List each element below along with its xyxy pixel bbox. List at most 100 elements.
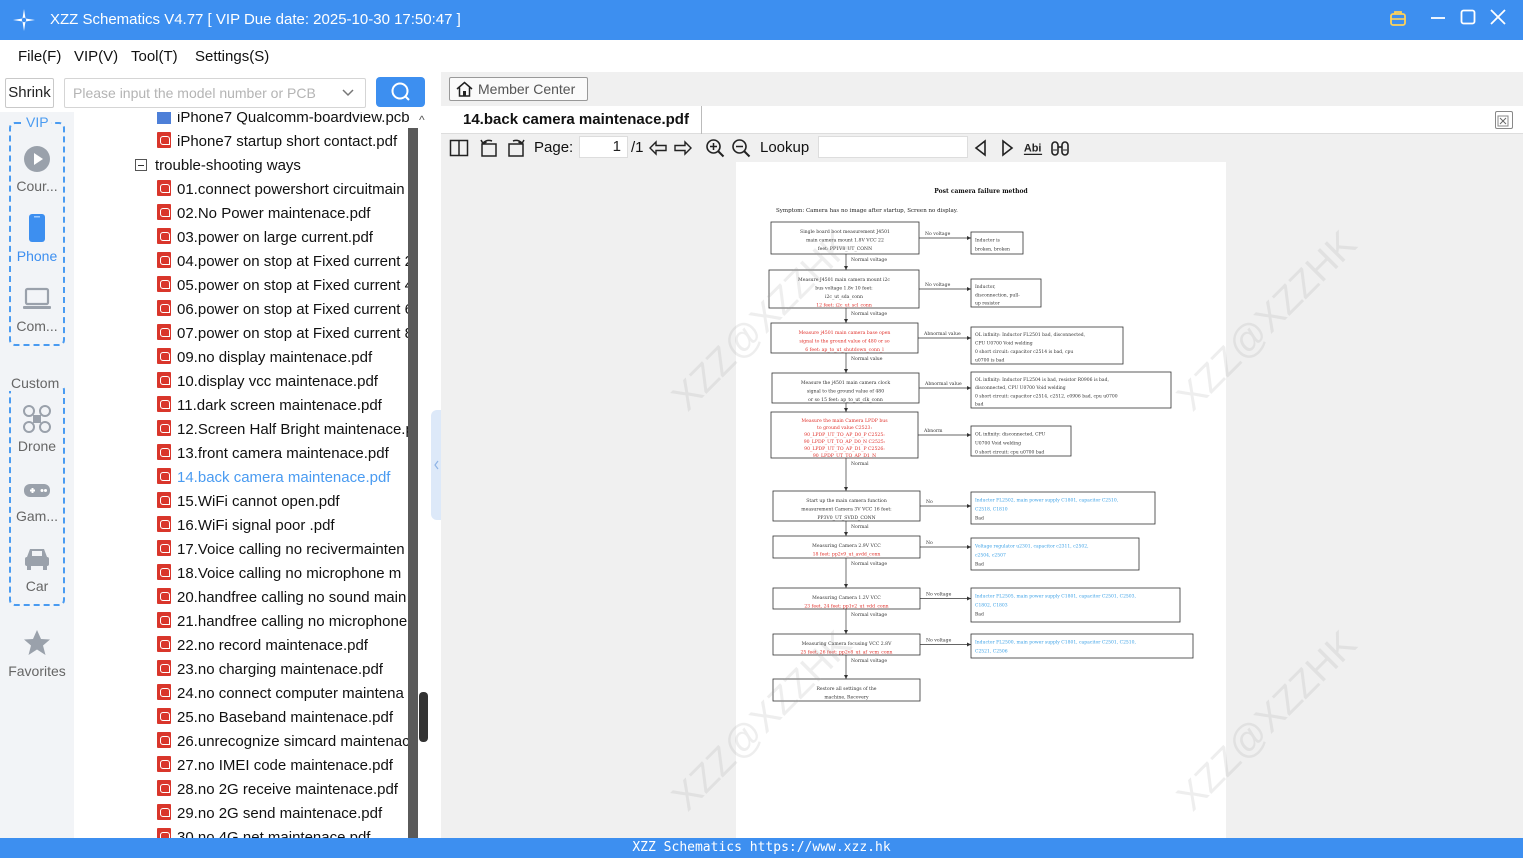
tree-file-item[interactable]: 09.no display maintenace.pdf: [157, 346, 372, 370]
search-button[interactable]: [376, 77, 425, 107]
tree-file-item[interactable]: 01.connect powershort circuitmain: [157, 178, 405, 202]
gamepad-icon[interactable]: [22, 475, 52, 505]
previous-page-icon[interactable]: [648, 138, 668, 158]
tree-file-item[interactable]: 05.power on stop at Fixed current 4: [157, 274, 413, 298]
tree-file-item[interactable]: 29.no 2G send maintenace.pdf: [157, 802, 382, 826]
step-text: 12 feet: i2c_ut_scl_conn: [816, 303, 872, 309]
binoculars-icon[interactable]: [1050, 138, 1070, 158]
tree-item-label: 28.no 2G receive maintenace.pdf: [177, 781, 398, 798]
tree-file-item[interactable]: 18.Voice calling no microphone m: [157, 562, 401, 586]
close-tab-icon[interactable]: [1495, 111, 1513, 129]
tree-file-item[interactable]: 15.WiFi cannot open.pdf: [157, 490, 340, 514]
vip-bag-icon[interactable]: [1387, 8, 1409, 30]
tree-file-item[interactable]: 06.power on stop at Fixed current 6: [157, 298, 413, 322]
pdf-file-icon: [157, 444, 171, 460]
nav-item-favorites[interactable]: Favorites: [0, 663, 74, 679]
tree-file-item[interactable]: 25.no Baseband maintenace.pdf: [157, 706, 393, 730]
nav-item-phone[interactable]: Phone: [0, 248, 74, 264]
find-previous-icon[interactable]: [971, 138, 991, 158]
tree-file-item[interactable]: 14.back camera maintenace.pdf: [157, 466, 390, 490]
lookup-input[interactable]: [818, 136, 968, 158]
member-center-button[interactable]: Member Center: [449, 77, 588, 101]
tree-file-item[interactable]: 11.dark screen maintenace.pdf: [157, 394, 382, 418]
search-placeholder: Please input the model number or PCB: [73, 85, 316, 101]
tree-file-item[interactable]: 17.Voice calling no recivermainten: [157, 538, 405, 562]
step-text: Measuring Camera 2.9V VCC: [812, 543, 881, 549]
result-text: C2518, C1810: [975, 506, 1008, 512]
match-case-icon[interactable]: Abi: [1023, 138, 1043, 158]
tree-file-item[interactable]: 04.power on stop at Fixed current 2: [157, 250, 413, 274]
tree-file-item[interactable]: 27.no IMEI code maintenace.pdf: [157, 754, 393, 778]
document-tab[interactable]: 14.back camera maintenace.pdf: [451, 106, 702, 134]
tree-item-label: trouble-shooting ways: [155, 157, 301, 174]
search-input[interactable]: Please input the model number or PCB: [64, 78, 366, 108]
result-text: broken, broken: [975, 246, 1010, 252]
lookup-label: Lookup: [760, 139, 810, 156]
tree-file-item[interactable]: iPhone7 Qualcomm-boardview.pcb: [157, 112, 410, 130]
step-text: Measure the main Camera LPDP bus: [801, 418, 888, 424]
drone-icon[interactable]: [22, 404, 52, 434]
scroll-up-icon[interactable]: ^: [419, 113, 425, 127]
tree-file-item[interactable]: 03.power on large current.pdf: [157, 226, 373, 250]
menu-settings[interactable]: Settings(S): [195, 48, 269, 65]
laptop-icon[interactable]: [22, 284, 52, 314]
rotate-left-icon[interactable]: [479, 138, 499, 158]
tree-item-label: 09.no display maintenace.pdf: [177, 349, 373, 366]
nav-item-games[interactable]: Gam...: [0, 508, 74, 524]
tree-file-item[interactable]: 10.display vcc maintenace.pdf: [157, 370, 378, 394]
menu-bar: File(F) VIP(V) Tool(T) Settings(S): [0, 40, 1523, 72]
tree-file-item[interactable]: 13.front camera maintenace.pdf: [157, 442, 389, 466]
tree-file-item[interactable]: 21.handfree calling no microphone: [157, 610, 407, 634]
result-text: Inductor FL2502, main power supply C1801…: [975, 497, 1118, 503]
find-next-icon[interactable]: [997, 138, 1017, 158]
collapse-handle[interactable]: [431, 410, 441, 520]
tree-file-item[interactable]: 30.no 4G net maintenace.pdf: [157, 826, 370, 838]
two-page-view-icon[interactable]: [449, 138, 469, 158]
step-text: machine, Recovery: [824, 695, 869, 701]
menu-vip[interactable]: VIP(V): [74, 48, 118, 65]
zoom-in-icon[interactable]: [705, 138, 725, 158]
nav-item-course[interactable]: Cour...: [0, 178, 74, 194]
nav-item-drone[interactable]: Drone: [0, 438, 74, 454]
menu-file[interactable]: File(F): [18, 48, 61, 65]
tree-file-item[interactable]: 26.unrecognize simcard maintenac: [157, 730, 410, 754]
tree-file-item[interactable]: 24.no connect computer maintena: [157, 682, 404, 706]
step-text: Measure J4501 main camera mount i2c: [798, 277, 890, 283]
branch-label: No: [926, 540, 933, 546]
menu-tool[interactable]: Tool(T): [131, 48, 178, 65]
tree-file-item[interactable]: 22.no record maintenace.pdf: [157, 634, 368, 658]
result-text: Inductor,: [975, 284, 996, 290]
arrowhead: [967, 336, 971, 340]
tree-file-item[interactable]: 07.power on stop at Fixed current 8: [157, 322, 413, 346]
tree-file-item[interactable]: iPhone7 startup short contact.pdf: [157, 130, 397, 154]
flow-label: Normal voltage: [851, 658, 887, 664]
collapse-toggle-icon: [135, 159, 147, 171]
next-page-icon[interactable]: [673, 138, 693, 158]
car-icon[interactable]: [22, 544, 52, 574]
zoom-out-icon[interactable]: [731, 138, 751, 158]
tree-file-item[interactable]: 12.Screen Half Bright maintenace.p: [157, 418, 414, 442]
nav-item-computer[interactable]: Com...: [0, 318, 74, 334]
panel-splitter[interactable]: [429, 72, 441, 838]
close-button[interactable]: [1487, 8, 1509, 30]
tree-file-item[interactable]: 23.no charging maintenace.pdf: [157, 658, 383, 682]
tree-item-label: 15.WiFi cannot open.pdf: [177, 493, 340, 510]
tree-scrollbar-thumb[interactable]: [419, 692, 428, 742]
tree-scrollbar-track[interactable]: [408, 128, 418, 838]
play-circle-icon[interactable]: [22, 144, 52, 174]
nav-item-car[interactable]: Car: [0, 578, 74, 594]
shrink-button[interactable]: Shrink: [5, 78, 54, 108]
page-number-input[interactable]: 1: [579, 136, 628, 158]
rotate-right-icon[interactable]: [506, 138, 526, 158]
phone-icon[interactable]: [22, 213, 52, 243]
tree-file-item[interactable]: 20.handfree calling no sound main: [157, 586, 406, 610]
star-icon[interactable]: [22, 628, 52, 658]
step-text: Measuring Camera 1.2V VCC: [812, 595, 881, 601]
tree-file-item[interactable]: 16.WiFi signal poor .pdf: [157, 514, 335, 538]
result-text: 0 short circuit: capacitor c2514, c2512,…: [975, 393, 1118, 399]
tree-file-item[interactable]: 02.No Power maintenace.pdf: [157, 202, 370, 226]
tree-file-item[interactable]: 28.no 2G receive maintenace.pdf: [157, 778, 398, 802]
tree-folder[interactable]: trouble-shooting ways: [135, 154, 301, 178]
maximize-button[interactable]: [1457, 8, 1479, 30]
minimize-button[interactable]: [1427, 8, 1449, 30]
